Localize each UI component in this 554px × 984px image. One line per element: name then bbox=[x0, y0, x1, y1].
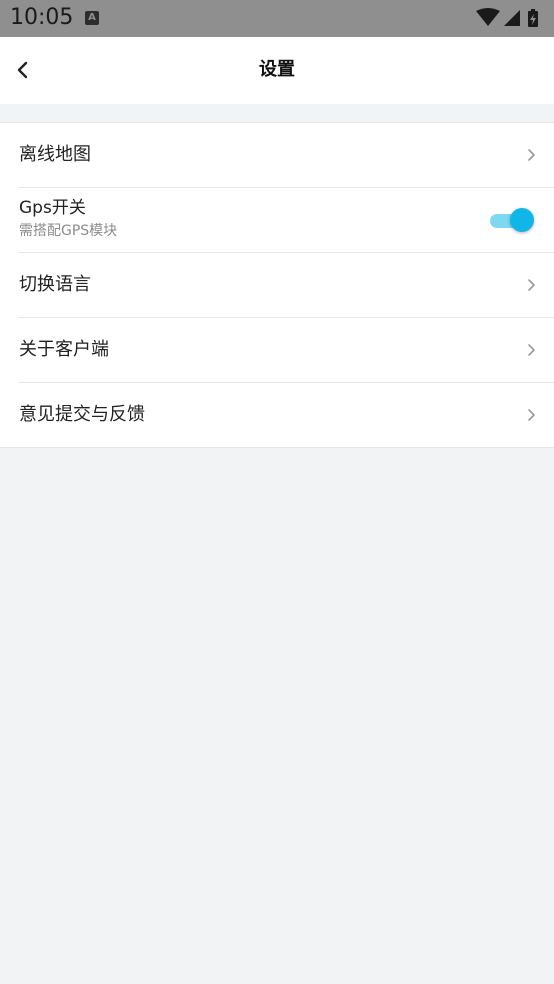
gps-toggle[interactable] bbox=[488, 208, 534, 234]
toggle-knob bbox=[510, 208, 534, 232]
chevron-right-icon bbox=[528, 409, 535, 421]
settings-list: 离线地图 Gps开关 需搭配GPS模块 切换语言 关于客户端 意见提交与反馈 bbox=[0, 122, 554, 448]
page-title: 设置 bbox=[259, 59, 295, 80]
app-bar: 设置 bbox=[0, 37, 554, 104]
status-time: 10:05 bbox=[10, 5, 74, 30]
settings-item-offline-map[interactable]: 离线地图 bbox=[18, 123, 554, 188]
settings-item-label: 切换语言 bbox=[19, 274, 91, 295]
battery-charging-icon bbox=[528, 9, 538, 27]
settings-item-label: Gps开关 bbox=[19, 198, 86, 218]
status-bar: 10:05 A bbox=[0, 0, 554, 37]
notification-a-icon: A bbox=[85, 11, 99, 25]
settings-item-gps: Gps开关 需搭配GPS模块 bbox=[18, 188, 554, 253]
wifi-icon bbox=[476, 8, 500, 26]
status-icons bbox=[474, 8, 546, 28]
cell-signal-icon bbox=[504, 10, 520, 26]
settings-item-label: 意见提交与反馈 bbox=[19, 404, 145, 425]
chevron-right-icon bbox=[528, 279, 535, 291]
settings-item-feedback[interactable]: 意见提交与反馈 bbox=[18, 383, 554, 447]
settings-item-label: 关于客户端 bbox=[19, 339, 109, 360]
chevron-right-icon bbox=[528, 149, 535, 161]
settings-item-language[interactable]: 切换语言 bbox=[18, 253, 554, 318]
chevron-right-icon bbox=[528, 344, 535, 356]
settings-item-label: 离线地图 bbox=[19, 144, 91, 165]
settings-item-about[interactable]: 关于客户端 bbox=[18, 318, 554, 383]
settings-item-sublabel: 需搭配GPS模块 bbox=[19, 223, 118, 239]
